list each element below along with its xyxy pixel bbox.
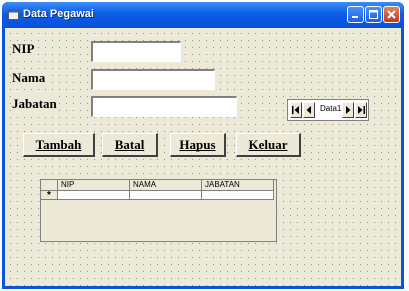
grid-header-nama[interactable]: NAMA: [130, 180, 202, 191]
keluar-button-label: Keluar: [248, 136, 288, 152]
move-last-button[interactable]: [355, 102, 367, 118]
form-client-area: NIP Nama Jabatan Data1 Tambah Batal Hapu…: [5, 28, 401, 286]
window-title: Data Pegawai: [23, 8, 94, 20]
tambah-button[interactable]: Tambah: [23, 133, 95, 157]
grid-cell-nip[interactable]: [58, 191, 130, 200]
batal-button-label: Batal: [114, 136, 145, 152]
data-control: Data1: [287, 99, 369, 121]
maximize-button[interactable]: [365, 6, 382, 23]
minimize-button[interactable]: [347, 6, 364, 23]
nip-input[interactable]: [91, 41, 181, 62]
move-next-button[interactable]: [342, 102, 354, 118]
hapus-button[interactable]: Hapus: [170, 133, 226, 157]
grid-header-nip[interactable]: NIP: [58, 180, 130, 191]
grid-cell-nama[interactable]: [130, 191, 202, 200]
grid-new-row-marker[interactable]: *: [41, 191, 58, 201]
jabatan-label: Jabatan: [11, 96, 58, 112]
keluar-button[interactable]: Keluar: [236, 133, 301, 157]
close-icon: [387, 10, 396, 19]
move-first-icon: [292, 106, 299, 114]
grid-cell-jabatan[interactable]: [202, 191, 274, 200]
data-control-caption: Data1: [320, 104, 342, 113]
minimize-icon: [352, 16, 358, 18]
nip-label: NIP: [11, 41, 36, 57]
nama-label: Nama: [11, 70, 47, 86]
hapus-button-label: Hapus: [179, 136, 216, 152]
nama-input[interactable]: [91, 69, 215, 90]
form-icon: [8, 9, 19, 20]
move-next-icon: [346, 106, 351, 114]
move-last-icon: [358, 106, 365, 114]
title-bar[interactable]: Data Pegawai: [2, 2, 404, 28]
move-first-button[interactable]: [290, 102, 302, 118]
data-grid[interactable]: NIP NAMA JABATAN *: [40, 179, 277, 242]
maximize-icon: [369, 10, 378, 19]
move-previous-icon: [306, 106, 311, 114]
batal-button[interactable]: Batal: [102, 133, 158, 157]
move-previous-button[interactable]: [303, 102, 315, 118]
close-button[interactable]: [383, 6, 400, 23]
tambah-button-label: Tambah: [35, 136, 82, 152]
jabatan-input[interactable]: [91, 96, 237, 117]
grid-header-jabatan[interactable]: JABATAN: [202, 180, 274, 191]
app-window: Data Pegawai NIP Nama Jabatan Data1 Tamb…: [2, 2, 404, 289]
